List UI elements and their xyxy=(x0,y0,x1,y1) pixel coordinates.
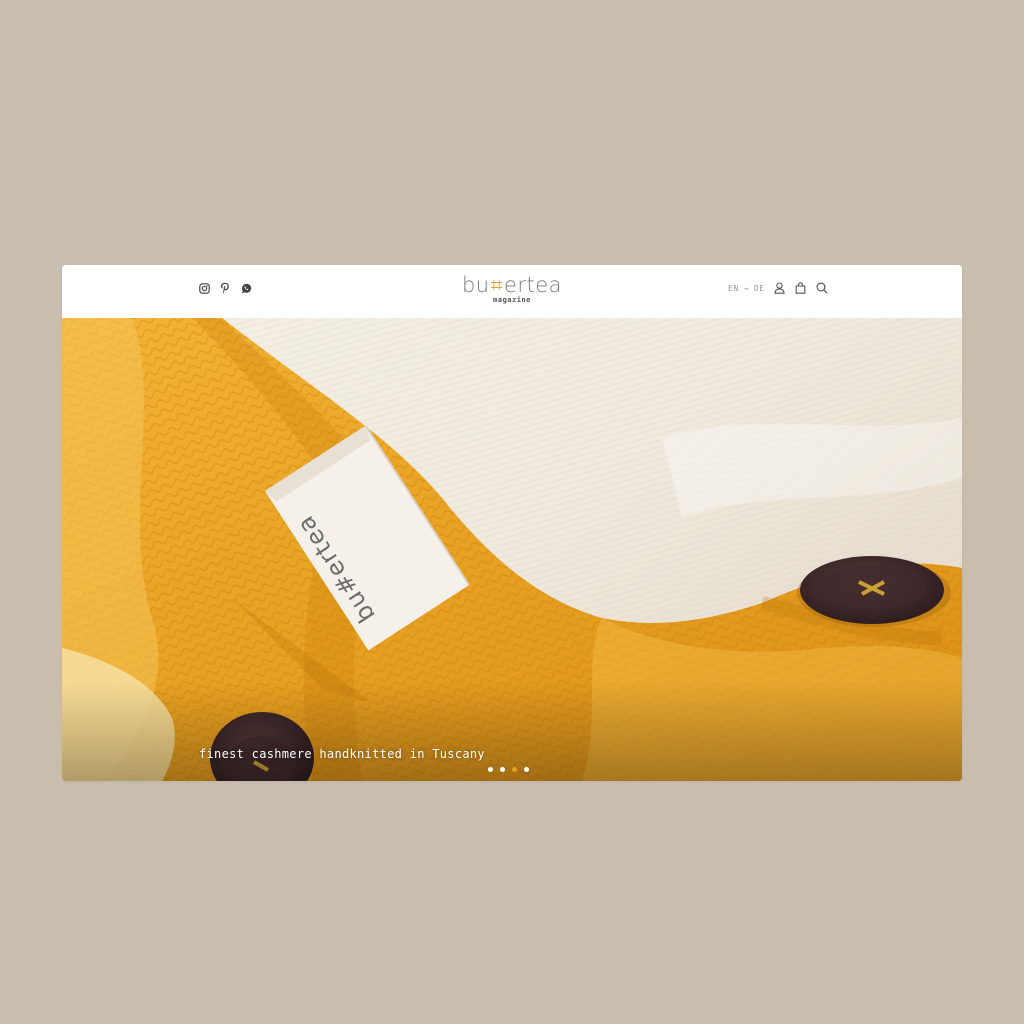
language-switcher: EN → DE xyxy=(728,284,765,293)
logo-text-left: bu xyxy=(461,273,490,297)
slider-dot-1[interactable] xyxy=(488,767,493,772)
slider-pagination xyxy=(488,767,529,772)
slider-dot-2[interactable] xyxy=(500,767,505,772)
logo-subtitle: magazine xyxy=(493,296,531,304)
search-icon[interactable] xyxy=(816,282,828,294)
slider-dot-3[interactable] xyxy=(512,767,517,772)
user-icon[interactable] xyxy=(774,282,786,294)
site-header: bu⌗ertea magazine EN → DE xyxy=(62,265,962,318)
browser-window: bu⌗ertea magazine EN → DE bu#ertea fines… xyxy=(62,265,962,781)
site-logo[interactable]: bu⌗ertea xyxy=(462,273,562,297)
hero-image: bu#ertea xyxy=(62,318,962,781)
header-tools: EN → DE xyxy=(728,282,828,294)
hero-caption: finest cashmere handknitted in Tuscany xyxy=(199,747,485,761)
lang-en-link[interactable]: EN xyxy=(728,284,739,293)
lang-de-link[interactable]: DE xyxy=(754,284,765,293)
bag-icon[interactable] xyxy=(795,282,807,294)
hero-slider: bu#ertea finest cashmere handknitted in … xyxy=(62,318,962,781)
lang-arrow: → xyxy=(743,283,749,293)
slider-dot-4[interactable] xyxy=(524,767,529,772)
logo-text-right: ertea xyxy=(503,273,563,297)
logo-hash-glyph: ⌗ xyxy=(490,273,503,297)
